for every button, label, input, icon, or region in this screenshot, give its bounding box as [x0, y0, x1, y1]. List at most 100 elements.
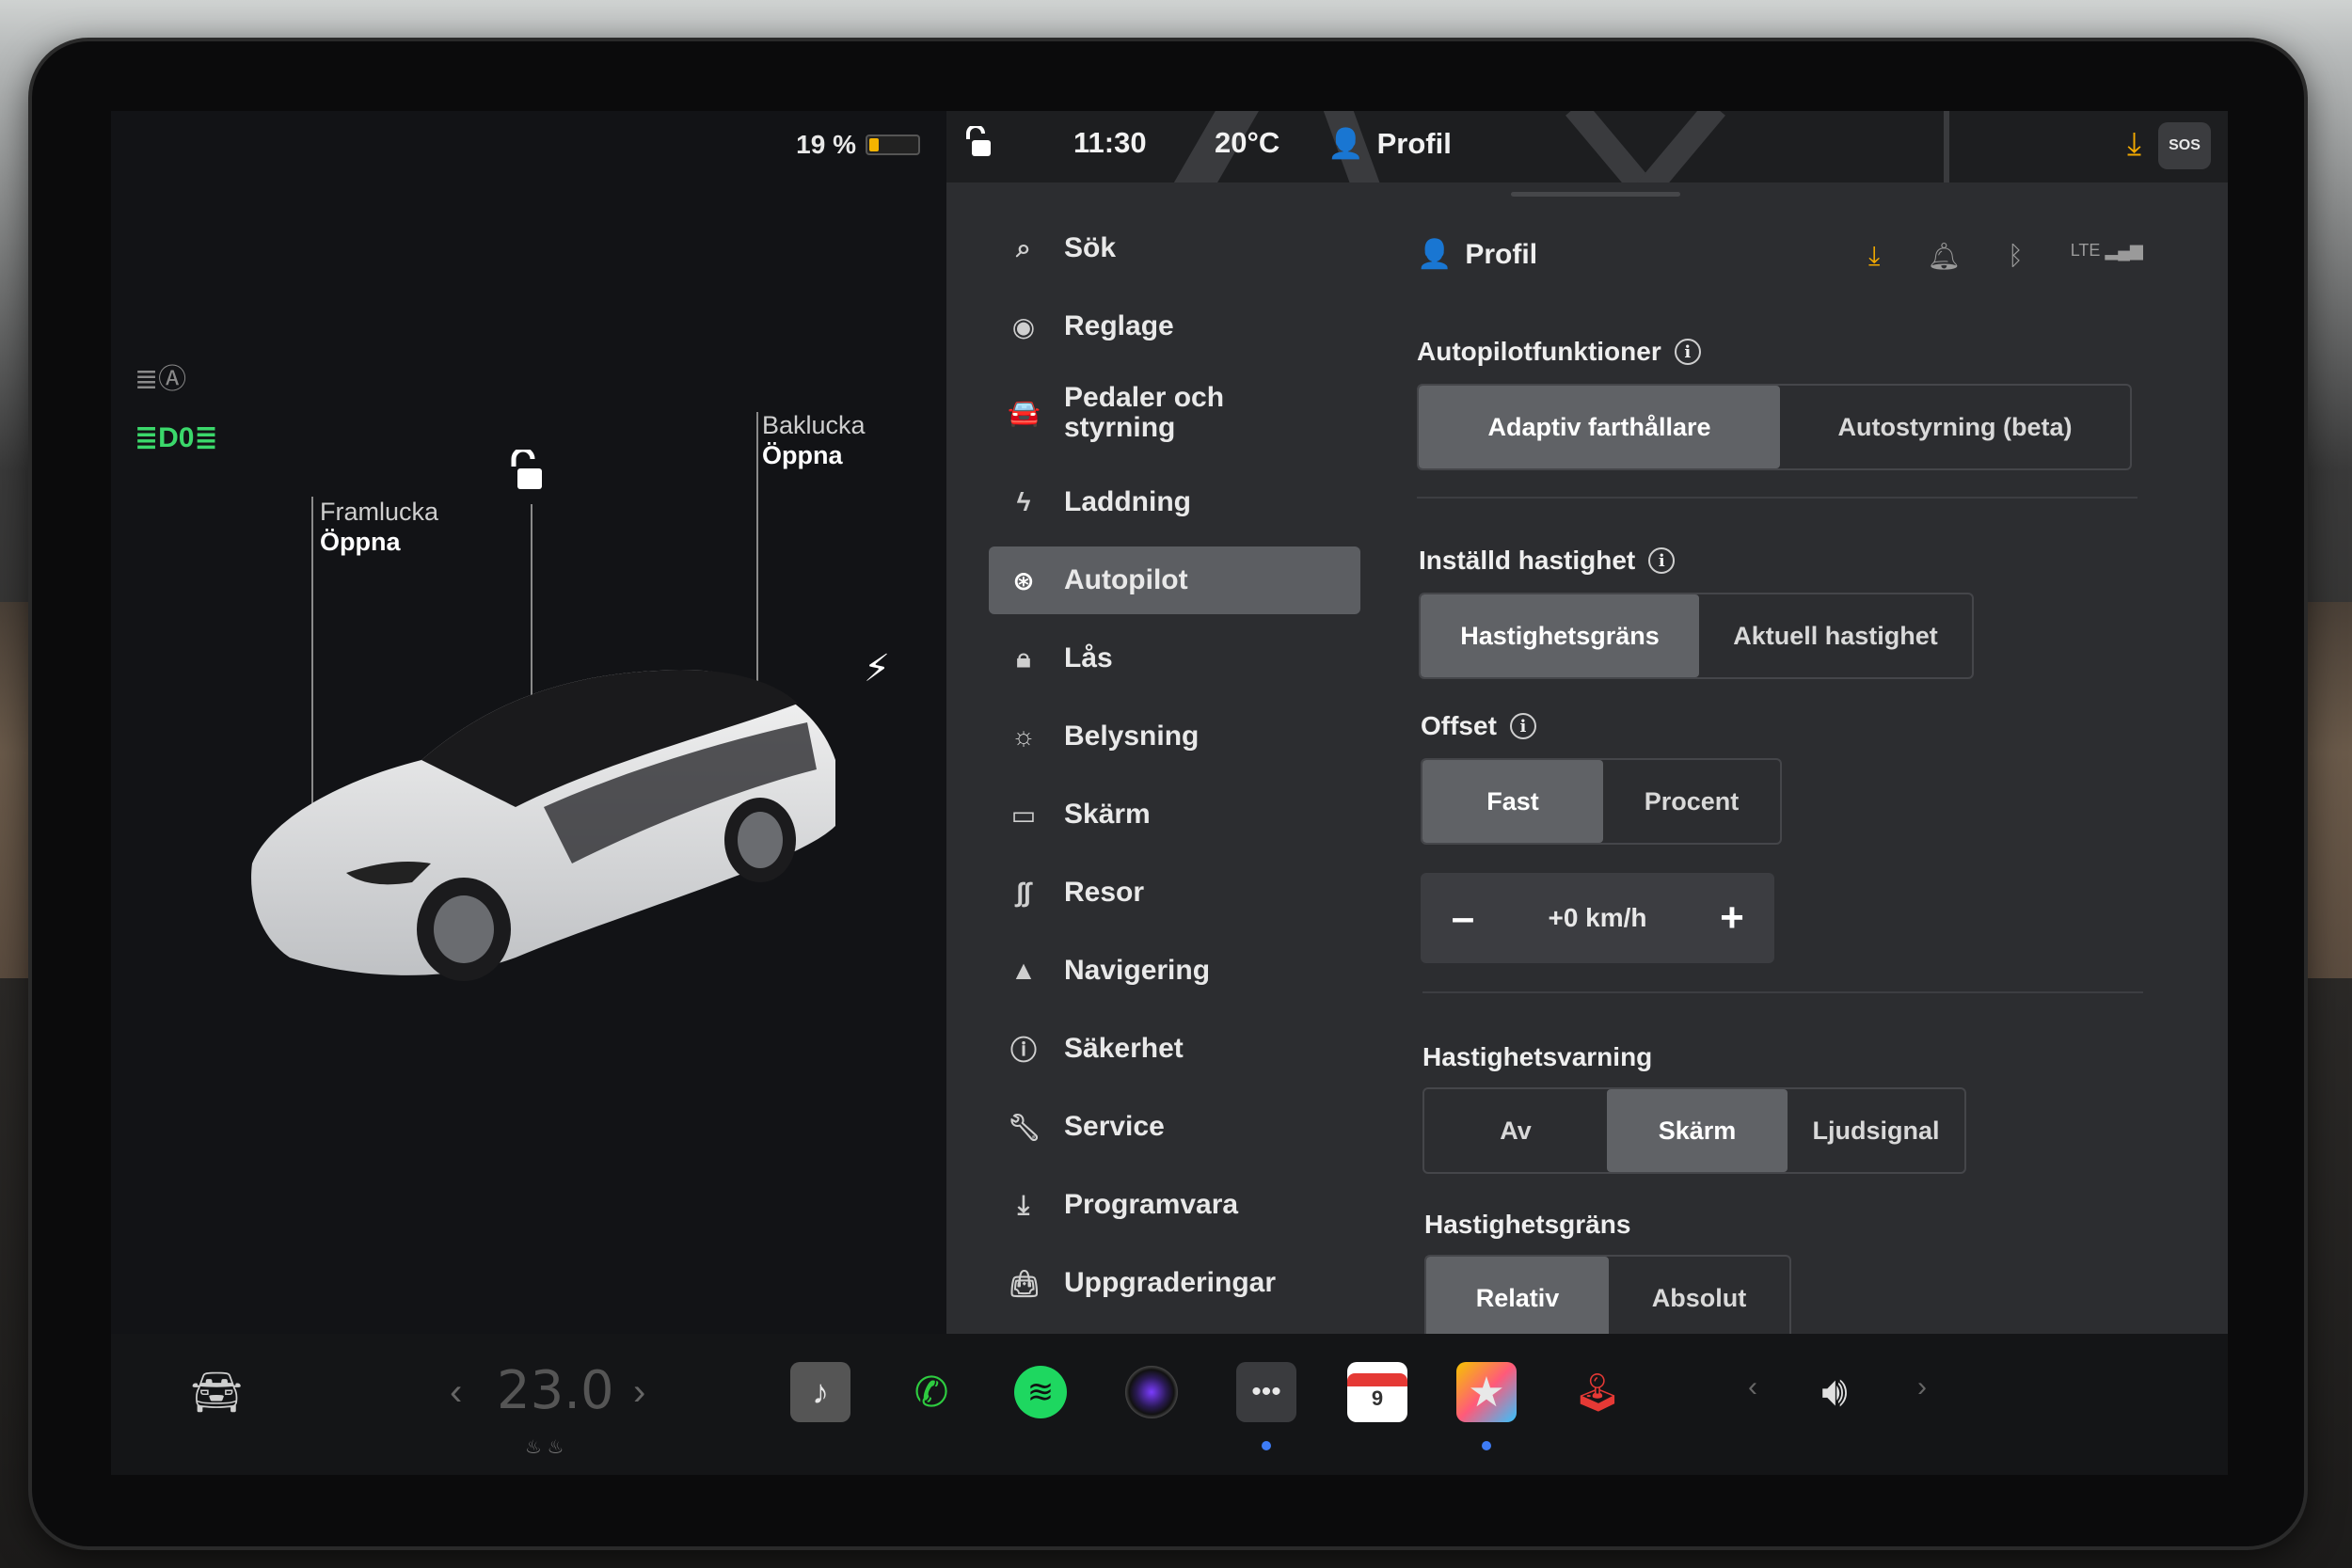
- speed-limit-title: Hastighetsgräns: [1424, 1210, 1631, 1239]
- touchscreen: 19 % ≣Ⓐ ≣D0≣ Framlucka Öppna Baklucka Öp…: [111, 111, 2228, 1475]
- cabin-temperature[interactable]: 23.0: [497, 1360, 614, 1421]
- auto-high-beam-icon[interactable]: ≣Ⓐ: [135, 356, 186, 397]
- option-display[interactable]: Skärm: [1607, 1089, 1788, 1172]
- autopilot-features-selector: Adaptiv farthållare Autostyrning (beta): [1417, 384, 2132, 470]
- info-icon[interactable]: i: [1674, 339, 1701, 365]
- defrost-icons[interactable]: ♨ ♨: [525, 1435, 564, 1459]
- top-status-bar: 11:30 20°C 👤 Profil ⤓ SOS: [946, 111, 2228, 182]
- info-icon[interactable]: i: [1509, 713, 1536, 739]
- more-apps-icon[interactable]: •••: [1236, 1362, 1296, 1422]
- frunk-open-action[interactable]: Öppna: [320, 527, 438, 557]
- outside-temperature: 20°C: [1215, 126, 1280, 159]
- person-icon: 👤: [1327, 127, 1364, 160]
- option-chime[interactable]: Ljudsignal: [1788, 1089, 1964, 1172]
- download-icon[interactable]: ⤓: [1868, 241, 1880, 272]
- frunk-label: Framlucka: [320, 498, 439, 526]
- frunk-callout[interactable]: Framlucka Öppna: [320, 497, 438, 557]
- panel-grab-handle[interactable]: [1511, 192, 1680, 197]
- menu-item-autopilot[interactable]: ⊛ Autopilot: [989, 546, 1360, 614]
- steering-wheel-icon: ⊛: [1012, 565, 1035, 595]
- clock: 11:30: [1073, 126, 1147, 159]
- navigation-icon: ▲: [1010, 956, 1037, 985]
- volume-down-chevron-icon[interactable]: ‹: [1748, 1371, 1757, 1403]
- search-icon: ⌕: [1016, 232, 1031, 262]
- menu-item-pedals-steering[interactable]: 🚘 Pedaler och styrning: [989, 371, 1360, 455]
- menu-item-display[interactable]: ▭ Skärm: [989, 781, 1360, 848]
- info-icon[interactable]: i: [1648, 547, 1676, 574]
- toggle-icon: ◉: [1011, 311, 1036, 341]
- option-speed-limit[interactable]: Hastighetsgräns: [1421, 594, 1699, 677]
- bag-icon: 👜︎: [1008, 1268, 1041, 1298]
- plus-button[interactable]: +: [1708, 895, 1756, 942]
- battery-percent: 19 %: [796, 130, 856, 159]
- lte-signal-icon: LTE ▂▄▆: [2070, 241, 2143, 260]
- music-icon[interactable]: ♪: [790, 1362, 850, 1422]
- menu-item-locks[interactable]: 🔒︎ Lås: [989, 625, 1360, 692]
- menu-item-controls[interactable]: ◉ Reglage: [989, 293, 1360, 360]
- option-adaptive-cruise[interactable]: Adaptiv farthållare: [1419, 386, 1780, 468]
- bolt-icon: ϟ: [1016, 487, 1031, 516]
- trunk-label: Baklucka: [762, 411, 866, 439]
- person-icon: 👤: [1417, 239, 1453, 270]
- car-model-image: [251, 670, 835, 981]
- divider: [1417, 497, 2137, 499]
- volume-icon[interactable]: 🔊︎: [1804, 1362, 1865, 1422]
- battery-icon: [866, 135, 920, 155]
- unlocked-icon[interactable]: [506, 447, 544, 500]
- unlocked-status-icon[interactable]: [963, 124, 992, 166]
- camera-icon[interactable]: [1125, 1366, 1178, 1418]
- calendar-icon[interactable]: 9: [1347, 1362, 1407, 1422]
- offset-stepper: – +0 km/h +: [1421, 873, 1774, 963]
- display-icon: ▭: [1010, 800, 1037, 830]
- option-absolute[interactable]: Absolut: [1609, 1257, 1789, 1339]
- minus-button[interactable]: –: [1439, 895, 1486, 942]
- car-icon: 🚘: [1008, 398, 1041, 427]
- trunk-open-action[interactable]: Öppna: [762, 440, 866, 470]
- phone-icon[interactable]: ✆: [901, 1362, 961, 1422]
- sun-icon: ☼: [1011, 721, 1036, 751]
- speed-limit-selector: Relativ Absolut: [1424, 1255, 1791, 1341]
- menu-item-search[interactable]: ⌕ Sök: [989, 214, 1360, 282]
- offset-value: +0 km/h: [1548, 903, 1647, 932]
- bell-icon[interactable]: 🔔︎: [1927, 241, 1961, 272]
- temp-down-chevron-icon[interactable]: ‹: [450, 1371, 462, 1414]
- wrench-icon: 🔧︎: [1008, 1112, 1041, 1142]
- panel-header: 👤 Profil: [1417, 238, 1537, 271]
- bluetooth-icon[interactable]: ᛒ: [2008, 241, 2024, 272]
- spotify-icon[interactable]: ≋: [1014, 1366, 1067, 1418]
- trips-icon: ∫∫: [1016, 878, 1031, 907]
- lock-icon: 🔒︎: [1016, 642, 1031, 673]
- option-relative[interactable]: Relativ: [1426, 1257, 1609, 1339]
- joystick-icon[interactable]: 🕹︎: [1567, 1362, 1628, 1422]
- divider: [1422, 991, 2143, 993]
- option-current-speed[interactable]: Aktuell hastighet: [1699, 594, 1972, 677]
- battery-status: 19 %: [796, 130, 920, 160]
- option-fixed[interactable]: Fast: [1422, 760, 1603, 843]
- menu-item-safety[interactable]: ⓘ Säkerhet: [989, 1015, 1360, 1083]
- toybox-icon[interactable]: ★: [1456, 1362, 1517, 1422]
- header-icons: ⤓ 🔔︎ ᛒ LTE ▂▄▆: [1868, 241, 2143, 272]
- volume-up-chevron-icon[interactable]: ›: [1917, 1371, 1927, 1403]
- option-off[interactable]: Av: [1424, 1089, 1607, 1172]
- menu-item-service[interactable]: 🔧︎ Service: [989, 1093, 1360, 1161]
- menu-item-charging[interactable]: ϟ Laddning: [989, 468, 1360, 536]
- menu-item-software[interactable]: ⤓ Programvara: [989, 1171, 1360, 1239]
- option-percent[interactable]: Procent: [1603, 760, 1780, 843]
- profile-button[interactable]: 👤 Profil: [1327, 126, 1452, 161]
- menu-item-lights[interactable]: ☼ Belysning: [989, 703, 1360, 770]
- temp-up-chevron-icon[interactable]: ›: [633, 1371, 645, 1414]
- option-autosteer[interactable]: Autostyrning (beta): [1780, 386, 2130, 468]
- car-icon[interactable]: 🚘︎: [186, 1362, 246, 1422]
- safety-icon: ⓘ: [1009, 1036, 1037, 1065]
- panel-header-label: Profil: [1465, 238, 1538, 270]
- offset-title: Offset i: [1421, 711, 1536, 741]
- trunk-callout[interactable]: Baklucka Öppna: [762, 410, 866, 470]
- offset-type-selector: Fast Procent: [1421, 758, 1782, 845]
- download-icon[interactable]: ⤓: [2127, 126, 2141, 163]
- download-icon: ⤓: [1017, 1189, 1030, 1219]
- sos-button[interactable]: SOS: [2158, 122, 2211, 169]
- menu-item-navigation[interactable]: ▲ Navigering: [989, 937, 1360, 1005]
- menu-item-upgrades[interactable]: 👜︎ Uppgraderingar: [989, 1249, 1360, 1317]
- set-speed-selector: Hastighetsgräns Aktuell hastighet: [1419, 593, 1974, 679]
- menu-item-trips[interactable]: ∫∫ Resor: [989, 859, 1360, 927]
